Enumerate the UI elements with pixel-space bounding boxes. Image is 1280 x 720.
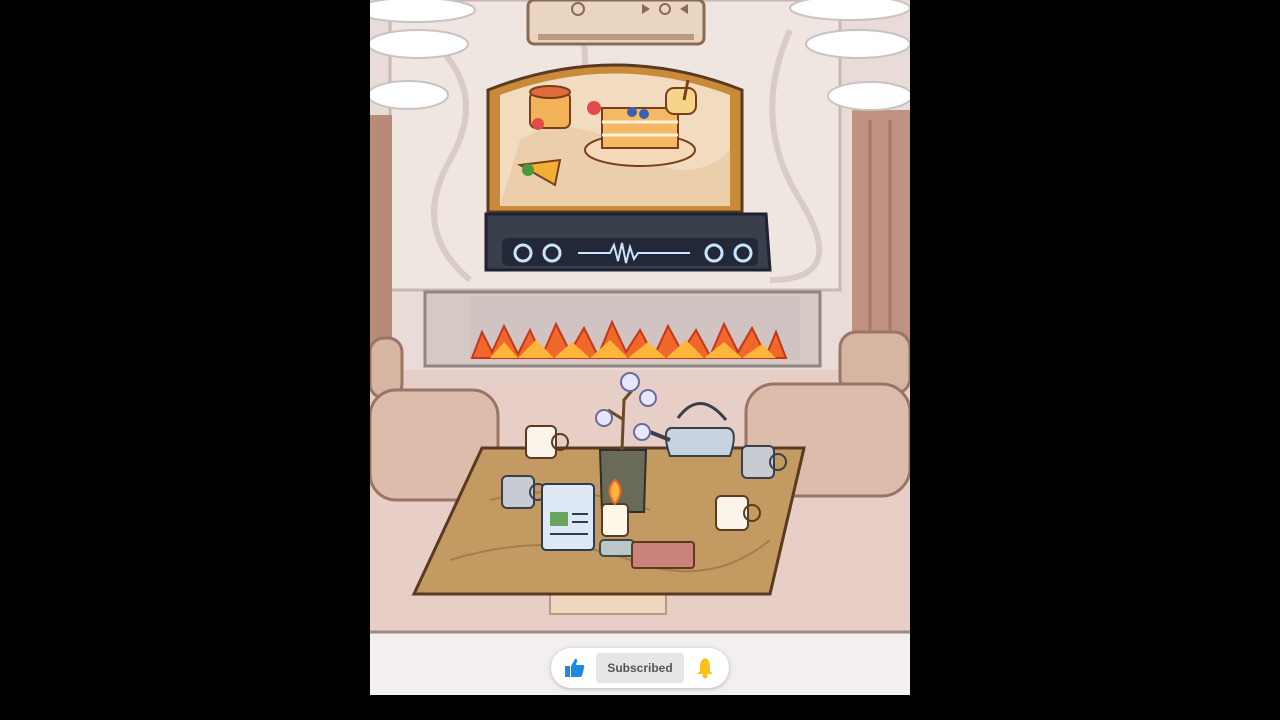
soundbar [484,212,772,272]
bell-icon[interactable] [693,656,717,680]
thumbs-up-icon[interactable] [563,656,587,680]
layered-cake [584,107,696,167]
tv-screen [486,63,744,214]
subscribe-bar: Subscribed [551,648,729,688]
book-box [631,541,695,569]
curtain-left [370,115,392,345]
curtain-right [852,110,910,350]
subscribed-button[interactable]: Subscribed [596,653,684,683]
fireplace [423,290,822,368]
strawberry [587,101,601,115]
air-conditioner [526,0,706,46]
pudding-cake [529,85,571,130]
game-scene [370,0,910,695]
tablet-menu [541,483,595,551]
